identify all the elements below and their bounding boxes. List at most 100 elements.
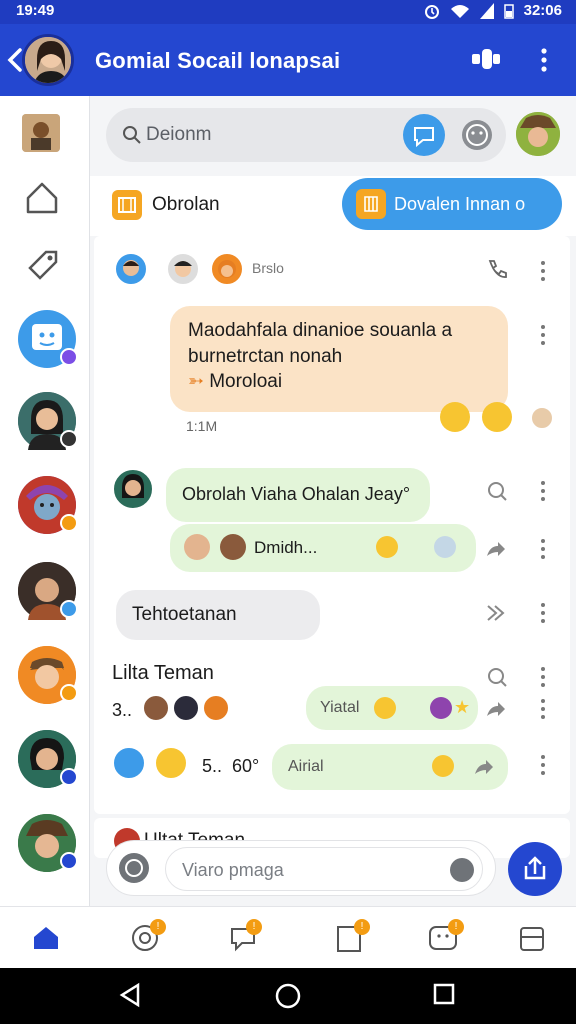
search-chat-button[interactable] (403, 114, 445, 156)
rail-badge (60, 348, 78, 366)
app-bar: Gomial Socail lonapsai (0, 24, 576, 96)
chats-header: Obrolan Dovalen Innan o (90, 176, 576, 236)
tag-text: Airial (288, 758, 324, 775)
rail-avatar-small[interactable] (22, 114, 60, 152)
rail-chat-bot[interactable] (18, 310, 78, 368)
tag-text: Yiatal (320, 699, 360, 716)
reply-text: Dmidh... (254, 538, 318, 557)
member-avatar[interactable] (172, 694, 200, 722)
status-bar: 19:49 32:06 (0, 0, 576, 24)
rail-contact-5[interactable] (18, 730, 78, 788)
nav-home-icon[interactable] (274, 982, 302, 1010)
forward-icon[interactable] (484, 538, 506, 560)
user-avatar[interactable] (516, 112, 560, 156)
row-count: 3.. (112, 700, 133, 720)
rail-badge (60, 852, 78, 870)
rail-badge (60, 514, 78, 532)
member-avatar[interactable] (210, 252, 244, 286)
chats-logo-icon (112, 190, 142, 220)
more-vert-icon[interactable] (540, 324, 546, 346)
forward-icon[interactable] (472, 756, 494, 778)
main-content: Deionm Obrolan Dovalen Innan o Brslo Mao… (90, 96, 576, 906)
more-vert-icon[interactable] (540, 480, 546, 502)
phone-icon[interactable] (486, 258, 508, 280)
home-outline-icon[interactable] (24, 180, 60, 216)
row-value: 60° (232, 756, 260, 776)
reaction-emoji[interactable] (440, 402, 470, 432)
message-line-3: Moroloai (209, 371, 283, 392)
home-icon[interactable] (32, 925, 60, 951)
tag-bubble[interactable]: Airial (272, 744, 508, 790)
signal-icon (479, 2, 494, 19)
sender-avatar[interactable] (112, 468, 154, 510)
tab-emoji[interactable]: ! (428, 919, 464, 958)
left-rail (0, 96, 90, 906)
send-button[interactable] (508, 842, 562, 896)
emoji-button[interactable] (450, 858, 474, 882)
emoji-button[interactable] (462, 120, 492, 150)
member-avatar[interactable] (202, 694, 230, 722)
tag-bubble[interactable]: Yiatal ★ (306, 686, 478, 730)
rail-contact-1[interactable] (18, 392, 78, 450)
row-count: 5.. (202, 756, 223, 776)
nav-back-icon[interactable] (118, 982, 142, 1008)
search-input[interactable]: Deionm (146, 124, 211, 146)
status-icons: 32:06 (424, 2, 562, 19)
rail-badge (60, 430, 78, 448)
message-input[interactable]: Viaro pmaga (182, 860, 284, 881)
rail-contact-6[interactable] (18, 814, 78, 872)
alarm-icon (424, 4, 439, 19)
tab-updates[interactable]: ! (130, 919, 166, 958)
profile-avatar[interactable] (22, 34, 74, 86)
member-avatar[interactable] (166, 252, 200, 286)
member-avatar[interactable] (142, 694, 170, 722)
emoji-icon (466, 124, 488, 146)
more-vert-icon[interactable] (540, 602, 546, 624)
new-chat-label: Dovalen Innan o (394, 194, 526, 214)
rail-badge (60, 684, 78, 702)
more-vert-icon[interactable] (534, 46, 554, 74)
member-avatar[interactable] (114, 252, 148, 286)
new-chat-button[interactable]: Dovalen Innan o (342, 178, 562, 230)
reply-all-icon[interactable] (484, 602, 508, 624)
member-avatar[interactable] (112, 746, 146, 780)
attach-button[interactable] (119, 853, 149, 883)
message-line-2: burnetrctan nonah (188, 346, 343, 367)
message-text: Obrolah Viaha Ohalan Jeay° (182, 484, 411, 504)
more-vert-icon[interactable] (540, 698, 546, 720)
search-icon[interactable] (486, 480, 508, 502)
group-label: Brslo (252, 260, 284, 276)
search-icon[interactable] (486, 666, 508, 688)
more-vert-icon[interactable] (540, 666, 546, 688)
chat-icon (414, 127, 434, 148)
tab-documents[interactable]: ! (334, 919, 370, 958)
more-vert-icon[interactable] (540, 538, 546, 560)
nav-recents-icon[interactable] (432, 982, 456, 1006)
more-vert-icon[interactable] (540, 260, 546, 282)
more-vert-icon[interactable] (540, 754, 546, 776)
tag-icon[interactable] (24, 246, 60, 282)
app-title: Gomial Socail lonapsai (95, 48, 341, 73)
message-bubble[interactable]: Obrolah Viaha Ohalan Jeay° (166, 468, 430, 522)
message-time: 1:1M (186, 418, 218, 434)
reaction-emoji[interactable] (482, 402, 512, 432)
member-avatar[interactable] (154, 746, 188, 780)
search-bar[interactable]: Deionm (106, 108, 506, 162)
system-nav-bar (0, 968, 576, 1024)
rail-contact-4[interactable] (18, 646, 78, 704)
compose-bar[interactable]: Viaro pmaga (106, 840, 496, 896)
tab-chats[interactable]: ! (228, 919, 262, 958)
archive-icon[interactable] (518, 925, 546, 953)
forward-icon[interactable] (484, 698, 506, 720)
chats-title: Obrolan (152, 194, 220, 215)
message-bubble[interactable]: Tehtoetanan (116, 590, 320, 640)
section-title: Lilta Teman (112, 662, 214, 684)
rail-contact-2[interactable] (18, 476, 78, 534)
rail-contact-3[interactable] (18, 562, 78, 620)
reply-bubble[interactable]: Dmidh... (170, 524, 476, 572)
wifi-icon (450, 4, 469, 18)
call-icon[interactable] (470, 46, 502, 74)
reader-avatar (530, 406, 554, 430)
conversation-thread: Brslo Maodahfala dinanioe souanla a burn… (94, 236, 570, 814)
message-bubble[interactable]: Maodahfala dinanioe souanla a burnetrcta… (170, 306, 508, 412)
